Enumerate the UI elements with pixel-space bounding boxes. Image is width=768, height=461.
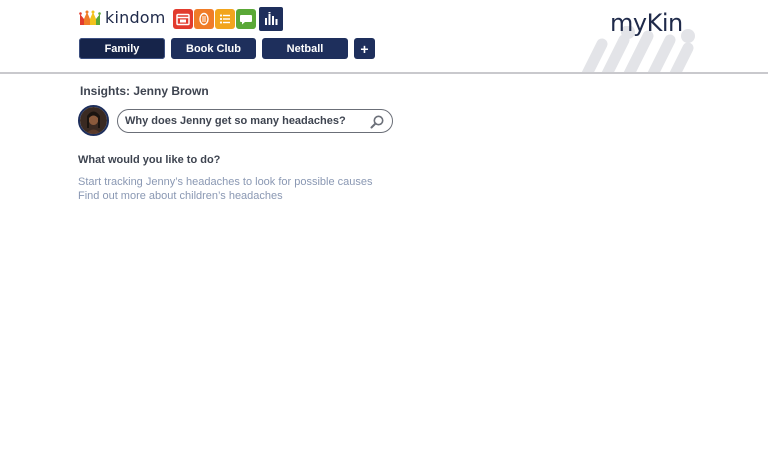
page: kindom myKin Family Book Club Netball + … (0, 0, 768, 461)
crown-logo-icon (79, 10, 101, 25)
tab-netball[interactable]: Netball (262, 38, 348, 59)
action-learn-headaches[interactable]: Find out more about children’s headaches (78, 190, 373, 203)
brand-name: kindom (105, 8, 166, 27)
badge-icon[interactable] (194, 9, 214, 29)
insights-search (117, 109, 393, 133)
tab-family[interactable]: Family (79, 38, 165, 59)
tab-book-club[interactable]: Book Club (171, 38, 256, 59)
chat-icon[interactable] (236, 9, 256, 29)
action-track-headaches[interactable]: Start tracking Jenny’s headaches to look… (78, 176, 373, 189)
avatar[interactable] (78, 105, 109, 136)
page-title: Insights: Jenny Brown (80, 84, 209, 98)
avatar-image (80, 107, 107, 134)
calendar-icon[interactable] (173, 9, 193, 29)
kindom-brand[interactable]: kindom (79, 8, 166, 27)
search-icon[interactable] (369, 114, 385, 130)
group-tabs: Family Book Club Netball + (79, 38, 375, 59)
suggested-actions: Start tracking Jenny’s headaches to look… (78, 176, 373, 203)
add-group-button[interactable]: + (354, 38, 375, 59)
top-header: kindom myKin Family Book Club Netball + (0, 0, 768, 74)
insights-chart-icon[interactable] (259, 7, 283, 31)
mykin-logo[interactable]: myKin (610, 9, 683, 37)
search-input[interactable] (125, 115, 365, 127)
prompt-heading: What would you like to do? (78, 154, 221, 166)
app-launcher (173, 7, 283, 31)
list-icon[interactable] (215, 9, 235, 29)
